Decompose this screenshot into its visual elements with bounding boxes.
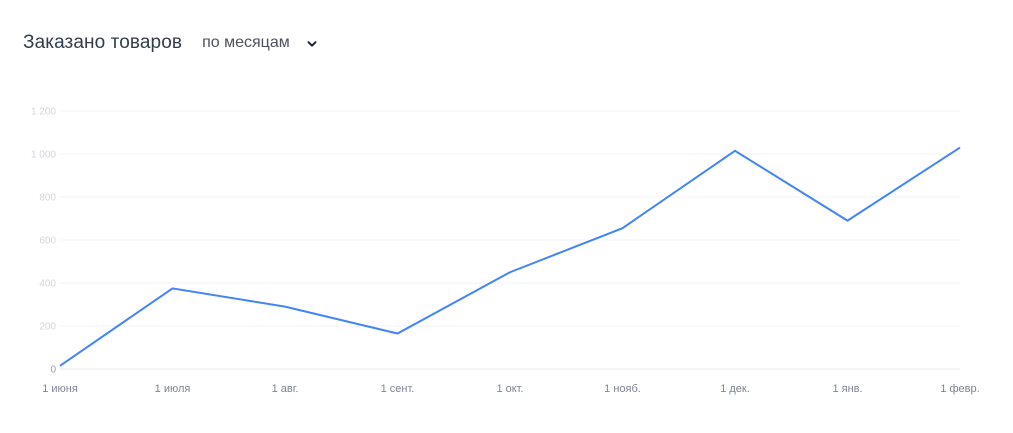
data-point[interactable] (169, 284, 177, 292)
x-axis-ticks: 1 июня 1 июля 1 авг. 1 сент. 1 окт. 1 нояб. 1 … (42, 383, 979, 395)
orders-line-chart: 0 200 400 600 800 1 000 1 200 1 июня 1 июля 1 ав… (31, 107, 980, 396)
y-tick-label: 800 (39, 193, 56, 204)
y-tick-label: 600 (39, 236, 56, 247)
x-tick-label: 1 дек. (720, 383, 750, 395)
x-tick-label: 1 сент. (381, 383, 415, 395)
series-line (59, 146, 961, 367)
y-tick-label: 400 (39, 279, 56, 290)
data-point[interactable] (281, 303, 289, 311)
data-point[interactable] (619, 224, 627, 232)
y-tick-label: 1 200 (31, 107, 56, 118)
x-tick-label: 1 авг. (272, 383, 299, 395)
x-tick-label: 1 июня (42, 383, 78, 395)
y-tick-label: 1 000 (31, 150, 56, 161)
x-tick-label: 1 февр. (940, 383, 979, 395)
y-tick-label: 200 (39, 322, 56, 333)
y-axis-ticks: 0 200 400 600 800 1 000 1 200 (31, 107, 56, 376)
chart-series (56, 144, 964, 370)
x-tick-label: 1 нояб. (604, 383, 641, 395)
x-tick-label: 1 окт. (496, 383, 523, 395)
data-point[interactable] (394, 330, 402, 338)
data-point[interactable] (956, 144, 964, 152)
data-point[interactable] (844, 217, 852, 225)
orders-widget: Заказано товаров по месяцам 0 200 400 600 80… (0, 0, 1013, 433)
x-tick-label: 1 июля (155, 383, 191, 395)
data-point[interactable] (506, 268, 514, 276)
x-tick-label: 1 янв. (832, 383, 862, 395)
data-point[interactable] (56, 362, 64, 370)
data-point[interactable] (731, 147, 739, 155)
chart-grid (60, 110, 960, 370)
y-tick-label: 0 (50, 365, 56, 376)
